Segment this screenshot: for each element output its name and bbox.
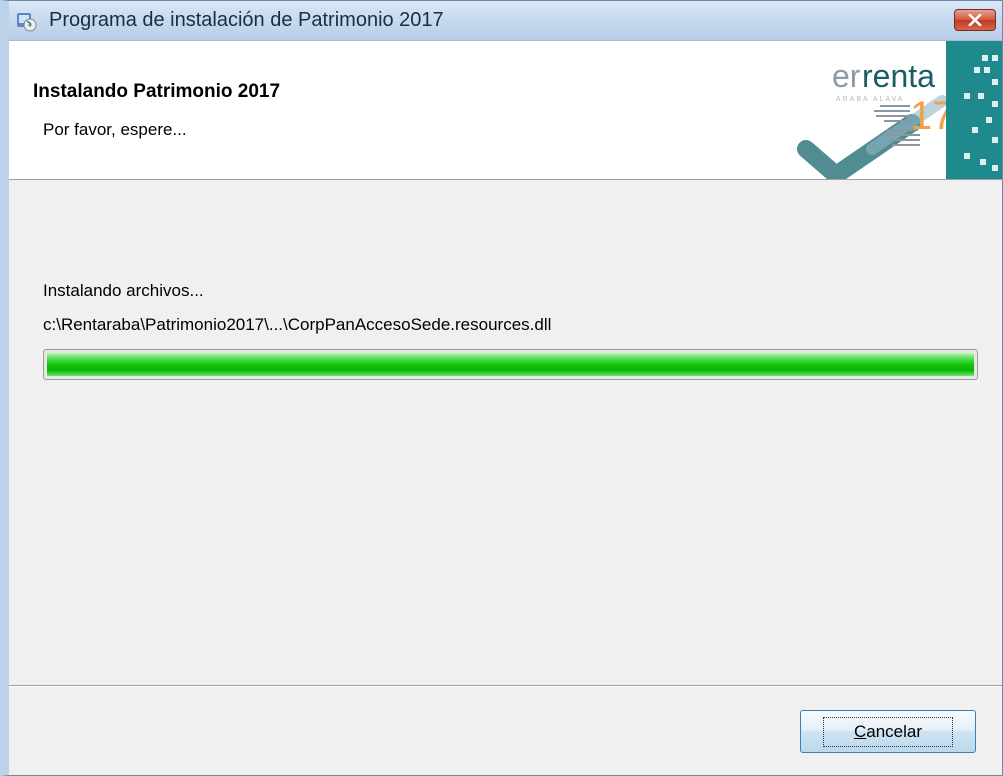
installer-window: Programa de instalación de Patrimonio 20… xyxy=(0,0,1003,776)
cancel-access-key: C xyxy=(853,721,867,741)
title-bar[interactable]: Programa de instalación de Patrimonio 20… xyxy=(9,1,1002,41)
window-title: Programa de instalación de Patrimonio 20… xyxy=(49,9,444,31)
logo-region: ARABA ALAVA xyxy=(836,96,904,103)
errenta-logo: er renta ARABA ALAVA 17 xyxy=(797,41,1002,179)
logo-brand-rest: renta xyxy=(862,58,935,94)
close-icon xyxy=(968,14,982,26)
footer-divider xyxy=(9,685,1002,687)
page-title: Instalando Patrimonio 2017 xyxy=(33,81,281,102)
progress-fill xyxy=(47,353,974,376)
installer-app-icon xyxy=(17,13,37,32)
header-band: Instalando Patrimonio 2017 Por favor, es… xyxy=(9,41,1002,180)
close-button[interactable] xyxy=(954,9,996,31)
page-subtitle: Por favor, espere... xyxy=(43,120,187,139)
install-status-text: Instalando archivos... xyxy=(43,281,204,300)
current-file-path: c:\Rentaraba\Patrimonio2017\...\CorpPanA… xyxy=(43,315,552,334)
cancel-label-rest: ancelar xyxy=(866,721,923,741)
logo-brand-prefix: er xyxy=(832,58,861,94)
install-progress-bar xyxy=(43,349,978,380)
cancel-button-label: Cancelar xyxy=(822,716,954,747)
cancel-button[interactable]: Cancelar xyxy=(800,710,976,753)
